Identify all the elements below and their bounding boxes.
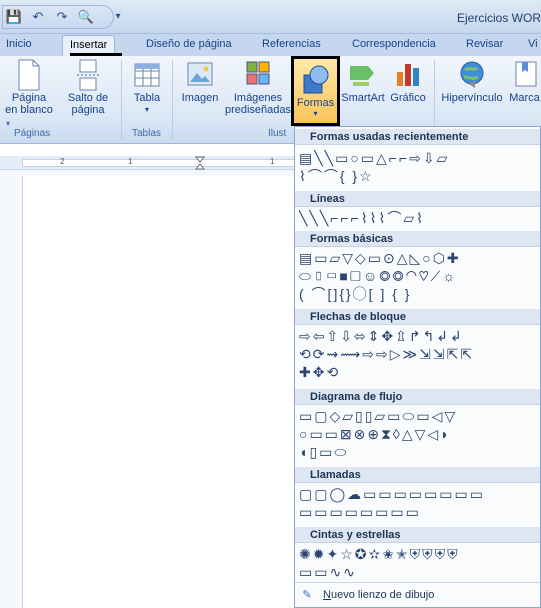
ruler-label: 2 [60,157,65,166]
panel-separator [295,582,540,583]
chart-label: Gráfico [390,92,426,104]
shapes-row[interactable]: ⬭▯▭■▢☺◎◎◠♡⟋☼ [299,267,539,285]
blank-page-button[interactable]: Página en blanco [0,58,58,116]
shapes-row[interactable]: ╲╲╲⌐⌐⌐⌇⌇⌇⌒▱⌇ [299,209,539,227]
shapes-button[interactable]: Formas ▾ [291,56,340,126]
table-dropdown-icon: ▾ [144,105,149,114]
redo-icon[interactable]: ↷ [52,8,72,26]
shapes-row[interactable]: ( ⌒[]{}◯[ ] { } [299,285,539,303]
shapes-row[interactable]: ▤╲╲▭○▭△⌐⌐⇨⇩▱ [299,149,539,167]
tab-vista[interactable]: Vi [528,38,538,50]
bookmark-icon [515,61,536,87]
bookmark-label: Marca [509,92,540,104]
blank-page-label-2: en blanco [5,104,53,116]
ruler-label: 1 [128,157,133,166]
section-header-recent: Formas usadas recientemente [295,129,540,145]
drawing-canvas-icon: ✎ [302,589,312,601]
page-break-label-2: página [71,104,105,116]
shapes-row[interactable]: ▭▢◇▱▯▯▱▭⬭▭◁▽ [299,407,539,425]
section-header-lines: Líneas [295,191,540,207]
image-label: Imagen [181,92,219,104]
tab-correspondencia[interactable]: Correspondencia [352,38,436,50]
hyperlink-button[interactable]: Hipervínculo [436,58,508,104]
tab-revisar[interactable]: Revisar [466,38,503,50]
shapes-row[interactable]: ✚✥⟲ [299,363,539,381]
undo-icon[interactable]: ↶ [28,8,48,26]
tab-diseno-pagina[interactable]: Diseño de página [146,38,232,50]
section-header-callouts: Llamadas [295,467,540,483]
shapes-row[interactable]: ▭▭▭▭▭▭▭▭ [299,503,539,521]
title-bar: 💾 ↶ ↷ 🔍 ▾ Ejercicios WOR [0,0,541,34]
group-separator [172,60,173,140]
ruler-label: 1 [270,157,275,166]
customize-toolbar-chevron-icon[interactable]: ▾ [112,8,124,26]
shapes-dropdown-icon: ▾ [313,109,318,118]
image-icon [187,62,213,86]
smartart-button[interactable]: SmartArt [340,58,386,104]
shapes-label: Formas [296,97,335,109]
section-header-flowchart: Diagrama de flujo [295,389,540,405]
page-break-label-1: Salto de [67,92,109,104]
indent-marker-icon[interactable] [195,156,205,170]
clip-art-label-1: Imágenes [233,92,283,104]
shapes-row[interactable]: ▢▢◯☁▭▭▭▭▭▭▭▭ [299,485,539,503]
print-preview-icon[interactable]: 🔍 [76,8,96,26]
new-drawing-canvas-label: uevo lienzo de dibujo [330,589,435,601]
group-label-ilustraciones: Ilust [268,128,287,139]
shapes-row[interactable]: ▭▭∿∿ [299,563,539,581]
chart-icon [397,64,419,86]
save-icon[interactable]: 💾 [4,8,24,26]
clip-art-button[interactable]: Imágenes prediseñadas [224,58,292,116]
shapes-row[interactable]: ⇨⇦⇧⇩⬄⇕✥⇫↱↰↲↲ [299,327,539,345]
section-header-block-arrows: Flechas de bloque [295,309,540,325]
paginas-dropdown-icon[interactable]: ▾ [6,119,10,128]
clip-art-label-2: prediseñadas [224,104,292,116]
tab-referencias[interactable]: Referencias [262,38,321,50]
table-icon [134,63,160,87]
smartart-icon [350,66,374,86]
shapes-row[interactable]: ○▭▭⊠⊗⊕⧗◊△▽◁◗ [299,425,539,443]
page-break-button[interactable]: Salto de página [58,58,118,116]
horizontal-ruler[interactable]: 2 1 1 [0,156,295,170]
shapes-gallery-panel: Formas usadas recientemente ▤╲╲▭○▭△⌐⌐⇨⇩▱… [294,126,541,608]
globe-icon [460,61,484,88]
chart-button[interactable]: Gráfico [386,58,430,104]
group-separator [121,60,122,140]
bookmark-button[interactable]: Marca [508,58,541,104]
section-header-stars-banners: Cintas y estrellas [295,527,540,543]
group-label-paginas: Páginas [14,128,51,139]
group-label-tablas: Tablas [132,128,161,139]
shapes-row[interactable]: ✺✹✦☆✪✫✬✭⛨⛨⛨⛨ [299,545,539,563]
shapes-row[interactable]: ▤▭▱▽◇▭⊙△◺○⬡✚ [299,249,539,267]
page-break-icon [77,59,99,91]
new-drawing-canvas-item[interactable]: ✎ Nuevo lienzo de dibujo [299,588,537,606]
smartart-label: SmartArt [341,92,385,104]
shapes-row[interactable]: ◖▯▭⬭ [299,443,539,461]
tab-inicio[interactable]: Inicio [6,38,32,50]
accelerator-letter: N [323,589,331,601]
image-button[interactable]: Imagen [174,58,226,104]
window-title: Ejercicios WOR [456,11,541,25]
table-label: Tabla [133,92,161,104]
section-header-basic: Formas básicas [295,231,540,247]
hyperlink-label: Hipervínculo [441,92,503,104]
table-button[interactable]: Tabla ▾ [124,58,170,116]
shapes-icon [303,65,328,94]
shapes-row[interactable]: ⟲⟳⇝⟿⇨⇨▷≫⇲⇲⇱⇱ [299,345,539,363]
blank-page-label-1: Página [11,92,47,104]
document-page[interactable] [22,176,295,608]
blank-page-icon [18,59,40,91]
clip-art-icon [246,61,270,85]
shapes-row[interactable]: ⌇⌒⌒{ }☆ [299,167,539,185]
